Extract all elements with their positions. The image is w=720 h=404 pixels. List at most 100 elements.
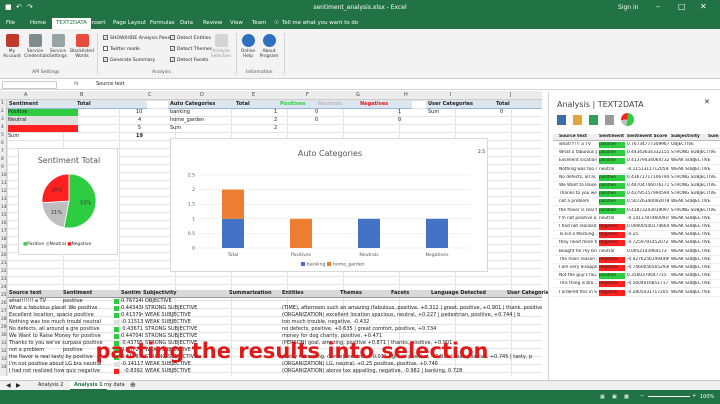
column-header[interactable]: F xyxy=(306,92,309,98)
detect-themes-checkbox[interactable]: ✓ Detect Themes xyxy=(170,46,212,52)
row-number[interactable]: 19 xyxy=(1,245,7,250)
table-cell[interactable]: positive xyxy=(63,298,113,305)
total-cell[interactable]: 5 xyxy=(138,125,141,132)
sentiment-cell[interactable]: Neutral xyxy=(8,117,78,124)
row-number[interactable]: 28 xyxy=(1,317,7,322)
pane-table-cell[interactable]: This thing is bro... xyxy=(559,281,597,287)
table-cell[interactable]: 0.443436 xyxy=(121,305,143,312)
row-number[interactable]: 10 xyxy=(1,173,7,178)
negatives-cell[interactable]: 1 xyxy=(398,109,401,116)
row-number[interactable]: 33 xyxy=(1,357,7,362)
tab-insert[interactable]: Insert xyxy=(90,20,105,26)
table-row[interactable]: Excellent location, spacio positive 0.413… xyxy=(7,312,542,319)
pane-table-cell[interactable]: Not the guy's fau... xyxy=(559,273,597,279)
pane-table-row[interactable]: I'm not positive a... neutral -0.141178746… xyxy=(553,215,720,223)
blacklisted-words-button[interactable]: Blacklisted Words xyxy=(70,34,94,59)
positives-cell[interactable]: 0 xyxy=(315,109,318,116)
bar-banking[interactable] xyxy=(222,218,244,248)
pane-table-cell[interactable]: To kill a Mocking... xyxy=(559,232,597,238)
analyze-selection-button[interactable]: Analyze Selection xyxy=(209,34,233,59)
pane-table-row[interactable]: No defects, all ar... positive 0.436717171… xyxy=(553,174,720,182)
pane-table-cell[interactable]: STRONG SUBJECTIVE xyxy=(671,208,717,214)
table-cell[interactable]: Excellent location, spacio positive xyxy=(9,312,119,319)
row-number[interactable]: 15 xyxy=(1,213,7,218)
pane-table-cell[interactable]: -0.2805431717205153 xyxy=(627,290,669,296)
pane-table-cell[interactable]: negative xyxy=(599,224,625,230)
twitter-mode-checkbox[interactable]: Twitter mode xyxy=(103,46,140,52)
pane-table-cell[interactable]: negative xyxy=(599,232,625,239)
pane-table-row[interactable]: Bought for my bro...neutral0.09521439641… xyxy=(553,248,720,256)
pane-table-cell[interactable]: WEAK SUBJECTIVE xyxy=(671,224,717,230)
category-total-cell[interactable]: 1 xyxy=(274,109,277,116)
table-row[interactable]: what!!!!!! a TV positive 0.767248 OBJECTIVE xyxy=(7,298,542,305)
table-cell[interactable]: STRONG SUBJECTIVE xyxy=(145,326,225,333)
tab-text2data[interactable]: TEXT2DATA xyxy=(52,18,91,29)
pane-export-icon[interactable] xyxy=(573,115,582,125)
pane-table-row[interactable]: The main reason i...negative-0.427625614… xyxy=(553,256,720,264)
row-number[interactable]: 8 xyxy=(1,157,4,162)
pane-table-cell[interactable]: WEAK SUBJECTIVE xyxy=(671,167,717,173)
pane-table-cell[interactable]: 0.5072634009207862 xyxy=(627,199,669,205)
pane-table-cell[interactable]: WEAK SUBJECTIVE xyxy=(671,158,717,164)
column-header[interactable]: G xyxy=(356,92,360,98)
pane-table-row[interactable]: What a fabulous pl...positive0.443436343… xyxy=(553,149,720,158)
row-number[interactable]: 31 xyxy=(1,341,7,346)
sentiment-cell[interactable]: Negative xyxy=(8,125,78,132)
pane-table-cell[interactable]: WEAK SUBJECTIVE xyxy=(671,249,717,255)
pane-table-cell[interactable]: neutral xyxy=(599,215,625,222)
row-number[interactable]: 22 xyxy=(1,269,7,274)
table-cell[interactable]: What a fabulous place! We positive xyxy=(9,305,119,312)
bar-home_garden[interactable] xyxy=(290,218,312,248)
table-cell[interactable]: OBJECTIVE xyxy=(145,298,225,305)
generate-summary-checkbox[interactable]: ✓ Generate Summary xyxy=(103,57,155,63)
pane-table-cell[interactable]: WEAK SUBJECTIVE xyxy=(671,232,717,238)
pane-table-cell[interactable]: WEAK SUBJECTIVE xyxy=(671,216,717,222)
pane-table-cell[interactable]: -0.25 xyxy=(627,232,669,238)
add-sheet-icon[interactable]: ⊕ xyxy=(130,381,136,389)
pane-table-row[interactable]: what!!!!!! a TVpositive0.767347773099677… xyxy=(553,141,720,149)
pane-table-cell[interactable]: positive xyxy=(599,158,625,165)
page-layout-icon[interactable]: ▣ xyxy=(612,394,617,400)
table-cell[interactable]: Nothing was too much troubl neutral xyxy=(9,319,119,326)
table-cell[interactable]: WEAK SUBJECTIVE xyxy=(145,312,225,319)
bar-home_garden[interactable] xyxy=(222,189,244,219)
bar-banking[interactable] xyxy=(426,218,448,248)
sign-in-link[interactable]: Sign in xyxy=(618,4,638,11)
table-cell[interactable]: STRONG SUBJECTIVE xyxy=(145,305,225,312)
table-cell[interactable]: (ORGANIZATION) above tax appalling, nega… xyxy=(282,368,542,375)
pane-table-row[interactable]: I had not realized... negative 0.090005001… xyxy=(553,223,720,231)
zoom-slider[interactable] xyxy=(648,396,690,397)
pane-pie-icon[interactable] xyxy=(621,113,634,126)
pane-table-cell[interactable]: STRONG SUBJECTIVE xyxy=(671,175,717,181)
pane-table-cell[interactable]: 0.4367171710679491 xyxy=(627,175,669,181)
table-row[interactable]: What a fabulous place! We positive 0.4434… xyxy=(7,305,542,312)
pane-table-cell[interactable]: negative xyxy=(599,256,625,263)
column-header[interactable]: A xyxy=(24,92,27,98)
sheet-tab[interactable]: Analysis 2 xyxy=(38,382,63,388)
pane-table-cell[interactable]: negative xyxy=(599,281,625,288)
pane-table-row[interactable]: Excellent location... positive 0.413794340… xyxy=(553,157,720,166)
tab-file[interactable]: File xyxy=(6,20,15,26)
pane-table-row[interactable]: I ordered this in S... negative -0.2805431… xyxy=(553,289,720,297)
positives-cell[interactable]: 0 xyxy=(315,117,318,124)
pane-table-cell[interactable]: WEAK SUBJECTIVE xyxy=(671,240,717,246)
tab-home[interactable]: Home xyxy=(30,20,46,26)
row-number[interactable]: 18 xyxy=(1,237,7,242)
table-row[interactable]: No defects, all around a gre positive 0.4… xyxy=(7,326,542,333)
sentiment-cell[interactable]: Positive xyxy=(8,109,78,116)
pane-table-row[interactable]: Thanks to you we... positive 0.43795157994… xyxy=(553,190,720,199)
table-cell[interactable]: 0.43671 xyxy=(121,326,143,333)
pane-table-cell[interactable]: -0.11513117120593 xyxy=(627,167,669,173)
next-sheet-icon[interactable]: ▶ xyxy=(16,382,21,389)
pane-table-cell[interactable]: 0.4187324301909786 xyxy=(627,208,669,214)
pane-table-row[interactable]: We Want to Raise... positive 0.44704746076… xyxy=(553,182,720,190)
pane-table-cell[interactable]: We Want to Raise... xyxy=(559,183,597,189)
table-cell[interactable]: -0.11513 xyxy=(121,319,143,326)
pane-table-cell[interactable]: -0.7460056565293009 xyxy=(627,265,669,271)
row-number[interactable]: 29 xyxy=(1,325,7,330)
pane-table-row[interactable]: I am very disappoi...negative-0.74600565… xyxy=(553,264,720,272)
pane-table-cell[interactable]: STRONG SUBJECTIVE xyxy=(671,191,717,197)
category-cell[interactable]: banking xyxy=(170,109,190,116)
user-category-cell[interactable]: Sum xyxy=(428,109,439,116)
pane-table-cell[interactable]: WEAK SUBJECTIVE xyxy=(671,257,717,263)
